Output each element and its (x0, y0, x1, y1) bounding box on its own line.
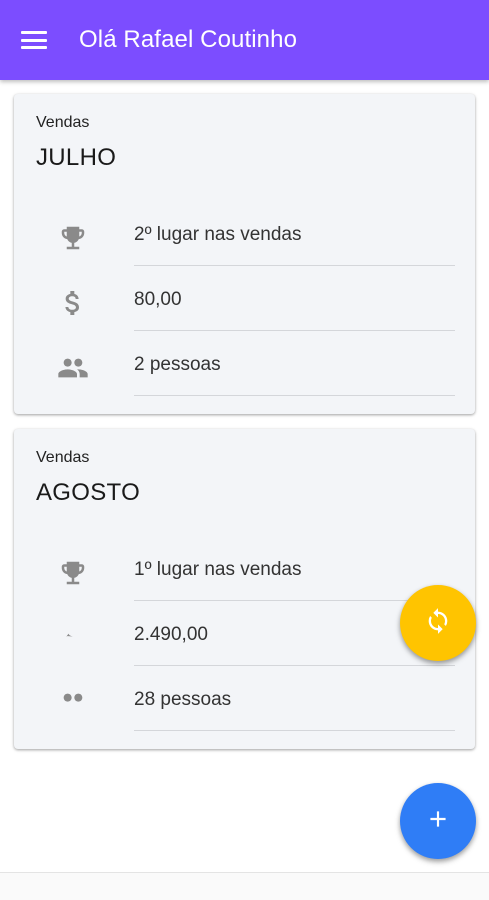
row-divider (134, 730, 455, 731)
ranking-row: 1º lugar nas vendas (14, 536, 475, 601)
people-icon (56, 351, 90, 385)
trophy-icon (56, 221, 90, 255)
amount-row: 80,00 (14, 266, 475, 331)
plus-icon (425, 806, 451, 837)
ranking-text: 1º lugar nas vendas (134, 559, 302, 580)
menu-icon-line (21, 38, 47, 42)
people-row: 2 pessoas (14, 331, 475, 396)
people-text: 28 pessoas (134, 689, 232, 710)
ranking-text: 2º lugar nas vendas (134, 224, 302, 245)
sales-card-july: Vendas JULHO 2º lugar nas vendas 80,00 2… (14, 94, 475, 414)
sales-card-august: Vendas AGOSTO 1º lugar nas vendas 2.490,… (14, 429, 475, 749)
bottom-bar (0, 872, 489, 900)
add-button[interactable] (400, 783, 476, 859)
people-icon (56, 686, 90, 720)
amount-text: 2.490,00 (134, 624, 208, 645)
people-row: 28 pessoas (14, 666, 475, 731)
page-title: Olá Rafael Coutinho (79, 26, 298, 53)
refresh-button[interactable] (400, 585, 476, 661)
card-month-title: AGOSTO (36, 479, 141, 506)
people-text: 2 pessoas (134, 354, 221, 375)
card-month-title: JULHO (36, 144, 117, 171)
row-divider (134, 395, 455, 396)
menu-icon-line (21, 46, 47, 49)
menu-icon-line (21, 31, 47, 34)
dollar-icon (56, 621, 90, 655)
menu-button[interactable] (21, 29, 51, 51)
card-overline: Vendas (36, 114, 90, 131)
ranking-row: 2º lugar nas vendas (14, 201, 475, 266)
sync-icon (424, 607, 452, 640)
app-bar: Olá Rafael Coutinho (0, 0, 489, 80)
main-content: Vendas JULHO 2º lugar nas vendas 80,00 2… (0, 80, 489, 870)
dollar-icon (56, 286, 90, 320)
trophy-icon (56, 556, 90, 590)
amount-text: 80,00 (134, 289, 182, 310)
card-overline: Vendas (36, 449, 90, 466)
